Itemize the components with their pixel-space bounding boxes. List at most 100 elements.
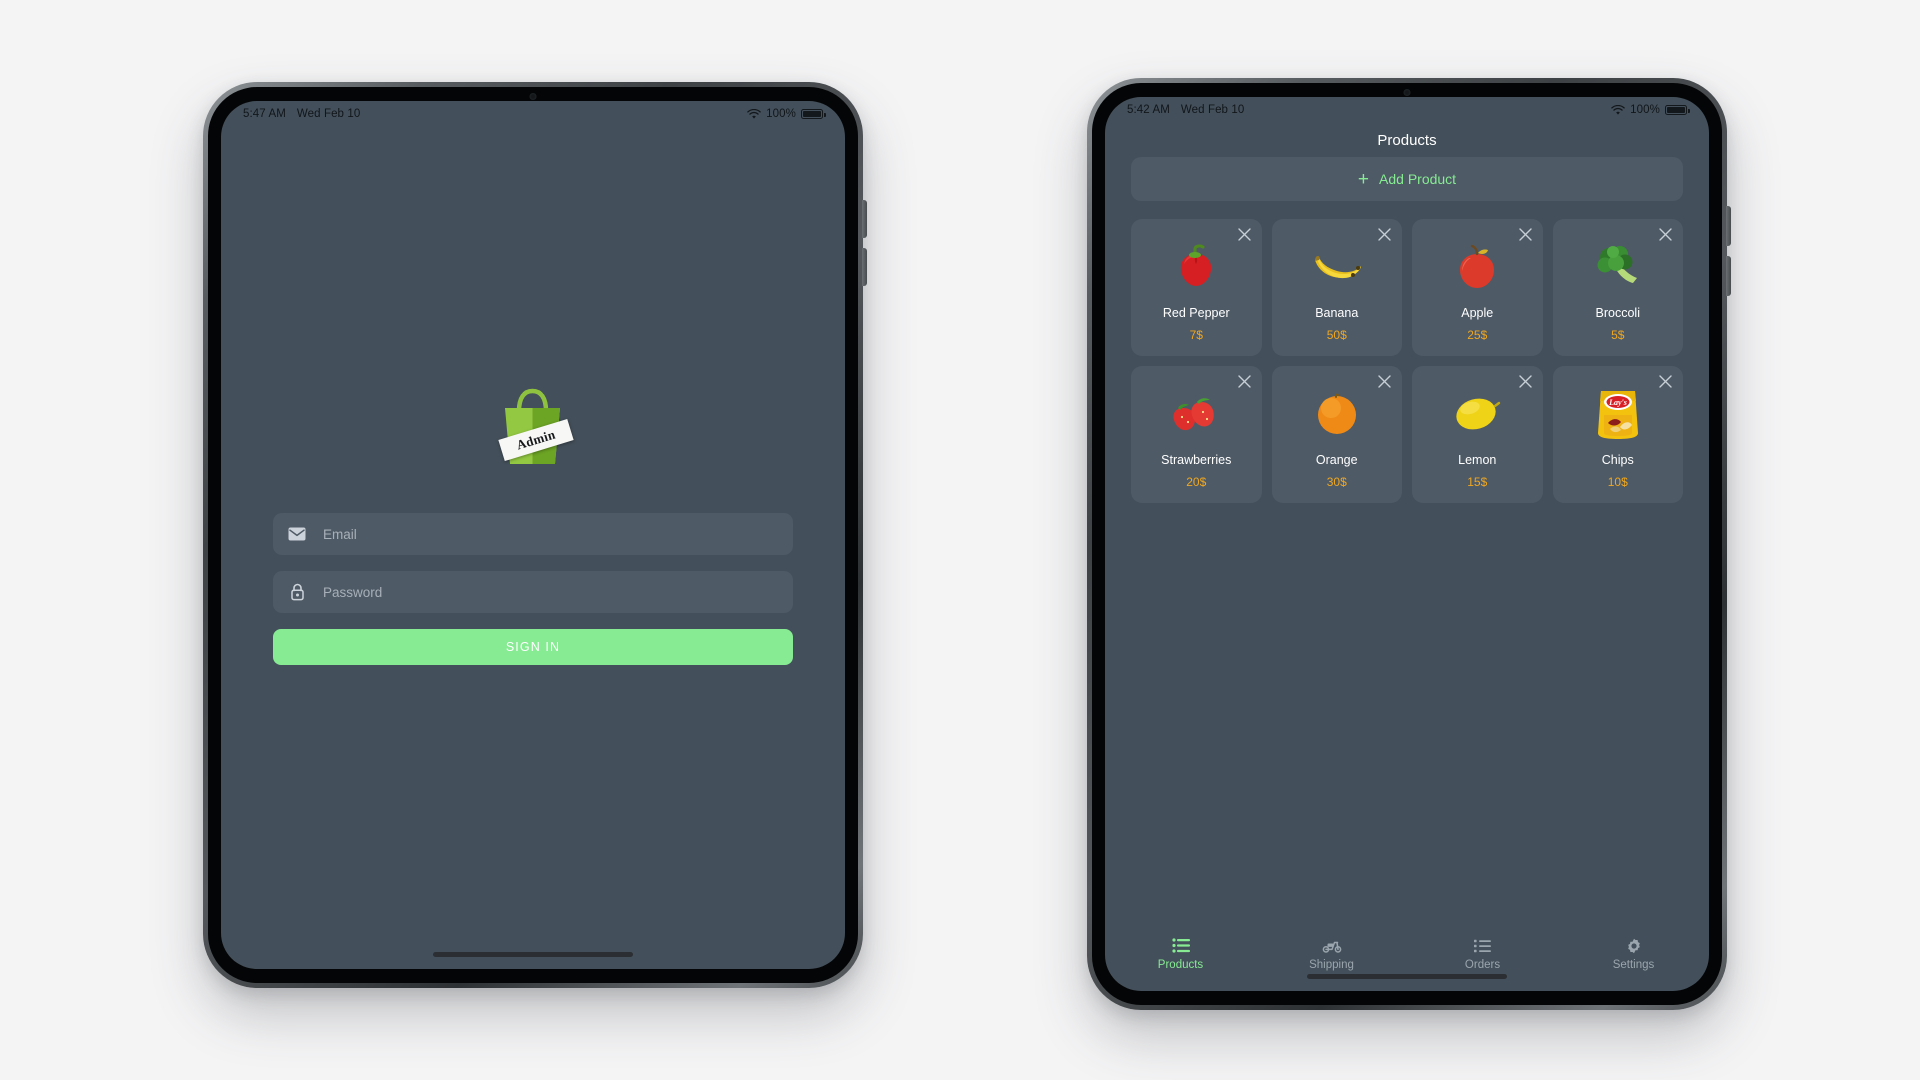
sign-in-button[interactable]: SIGN IN [273, 629, 793, 665]
close-x-icon [1518, 375, 1532, 388]
tab-shipping[interactable]: Shipping [1256, 937, 1407, 971]
login-body: Admin Email Password SIGN IN [221, 127, 845, 969]
product-price: 25$ [1467, 328, 1488, 342]
remove-product-button[interactable] [1517, 373, 1534, 390]
remove-product-button[interactable] [1517, 226, 1534, 243]
close-x-icon [1378, 228, 1391, 241]
product-name: Red Pepper [1162, 306, 1230, 320]
close-x-icon [1237, 375, 1251, 388]
status-time: 5:47 AM [243, 108, 286, 120]
product-card[interactable]: Strawberries 20$ [1131, 366, 1262, 503]
close-x-icon [1659, 228, 1672, 241]
broccoli-image [1592, 240, 1644, 294]
product-name: Lemon [1458, 453, 1497, 467]
tablet-device-left: 5:47 AM Wed Feb 10 100% Admin Email Pass… [203, 82, 867, 988]
screenshot-stage: 5:47 AM Wed Feb 10 100% Admin Email Pass… [0, 0, 1920, 1080]
tab-label: Settings [1612, 959, 1655, 971]
sign-in-label: SIGN IN [505, 640, 561, 654]
wifi-icon [747, 108, 761, 120]
product-list-icon [1171, 937, 1190, 954]
front-camera-icon-right [1403, 89, 1411, 96]
product-price: 5$ [1611, 328, 1625, 342]
status-date-right: Wed Feb 10 [1180, 104, 1245, 116]
lemon-image [1451, 387, 1503, 441]
add-product-button[interactable]: + Add Product [1131, 157, 1683, 201]
home-indicator-right[interactable] [1307, 974, 1507, 979]
close-x-icon [1518, 228, 1532, 241]
product-name: Banana [1315, 306, 1359, 320]
volume-up-button[interactable] [862, 200, 867, 238]
volume-down-button-right[interactable] [1726, 256, 1731, 296]
product-price: 15$ [1467, 475, 1488, 489]
home-indicator[interactable] [433, 952, 633, 957]
remove-product-button[interactable] [1236, 226, 1253, 243]
add-product-label: Add Product [1379, 171, 1457, 187]
close-x-icon [1378, 375, 1391, 388]
battery-percent: 100% [766, 108, 796, 120]
envelope-icon [287, 527, 307, 541]
strawberries-image [1168, 387, 1224, 441]
tab-settings[interactable]: Settings [1558, 937, 1709, 971]
email-field[interactable]: Email [273, 513, 793, 555]
product-price: 10$ [1607, 475, 1628, 489]
product-card[interactable]: Apple 25$ [1412, 219, 1543, 356]
red-pepper-image [1171, 240, 1221, 294]
password-placeholder: Password [323, 584, 383, 600]
password-field[interactable]: Password [273, 571, 793, 613]
product-name: Strawberries [1161, 453, 1232, 467]
product-name: Apple [1461, 306, 1494, 320]
product-card[interactable]: Red Pepper 7$ [1131, 219, 1262, 356]
gear-icon [1626, 937, 1642, 954]
tab-label: Products [1157, 959, 1204, 971]
orange-image [1313, 387, 1361, 441]
close-x-icon [1237, 228, 1251, 241]
status-date: Wed Feb 10 [296, 108, 361, 120]
lock-icon [287, 583, 307, 601]
product-card[interactable]: Lay's Chips 10$ [1552, 366, 1683, 503]
lays-chips-bag-image: Lay's [1594, 387, 1642, 441]
tab-products[interactable]: Products [1105, 937, 1256, 971]
remove-product-button[interactable] [1657, 226, 1674, 243]
wifi-icon-right [1611, 104, 1625, 116]
shopping-bag-logo: Admin [496, 385, 574, 467]
device-bezel-left: 5:47 AM Wed Feb 10 100% Admin Email Pass… [208, 87, 858, 983]
login-form: Email Password SIGN IN [273, 513, 793, 665]
banana-image [1309, 240, 1365, 294]
remove-product-button[interactable] [1657, 373, 1674, 390]
product-name: Broccoli [1595, 306, 1640, 320]
product-card[interactable]: Orange 30$ [1271, 366, 1402, 503]
apple-image [1454, 240, 1500, 294]
tab-orders[interactable]: Orders [1407, 937, 1558, 971]
tablet-device-right: 5:42 AM Wed Feb 10 100% Products + Add P… [1087, 78, 1731, 1010]
remove-product-button[interactable] [1236, 373, 1253, 390]
product-card[interactable]: Lemon 15$ [1412, 366, 1543, 503]
product-price: 30$ [1326, 475, 1347, 489]
product-price: 20$ [1186, 475, 1207, 489]
moped-delivery-icon [1322, 937, 1342, 954]
svg-text:Lay's: Lay's [1608, 398, 1627, 407]
plus-icon: + [1357, 168, 1370, 190]
remove-product-button[interactable] [1376, 226, 1393, 243]
product-name: Chips [1601, 453, 1634, 467]
product-price: 7$ [1189, 328, 1203, 342]
status-bar-right: 5:42 AM Wed Feb 10 100% [1105, 97, 1709, 123]
product-price: 50$ [1326, 328, 1347, 342]
tab-label: Orders [1464, 959, 1501, 971]
bottom-tab-bar: Products Shipping Orders Settings [1105, 929, 1709, 991]
tab-label: Shipping [1309, 959, 1354, 971]
front-camera-icon [529, 93, 537, 100]
product-name: Orange [1315, 453, 1358, 467]
screen-login: 5:47 AM Wed Feb 10 100% Admin Email Pass… [221, 101, 845, 969]
product-card[interactable]: Broccoli 5$ [1552, 219, 1683, 356]
remove-product-button[interactable] [1376, 373, 1393, 390]
status-time-right: 5:42 AM [1127, 104, 1170, 116]
device-bezel-right: 5:42 AM Wed Feb 10 100% Products + Add P… [1092, 83, 1722, 1005]
status-bar-left: 5:47 AM Wed Feb 10 100% [221, 101, 845, 127]
product-grid: Red Pepper 7$ Banana 50$ Apple 25$ Brocc… [1131, 219, 1683, 503]
battery-full-icon-right [1665, 104, 1690, 116]
orders-list-icon [1474, 937, 1491, 954]
battery-percent-right: 100% [1630, 104, 1660, 116]
volume-up-button-right[interactable] [1726, 206, 1731, 246]
volume-down-button[interactable] [862, 248, 867, 286]
product-card[interactable]: Banana 50$ [1271, 219, 1402, 356]
